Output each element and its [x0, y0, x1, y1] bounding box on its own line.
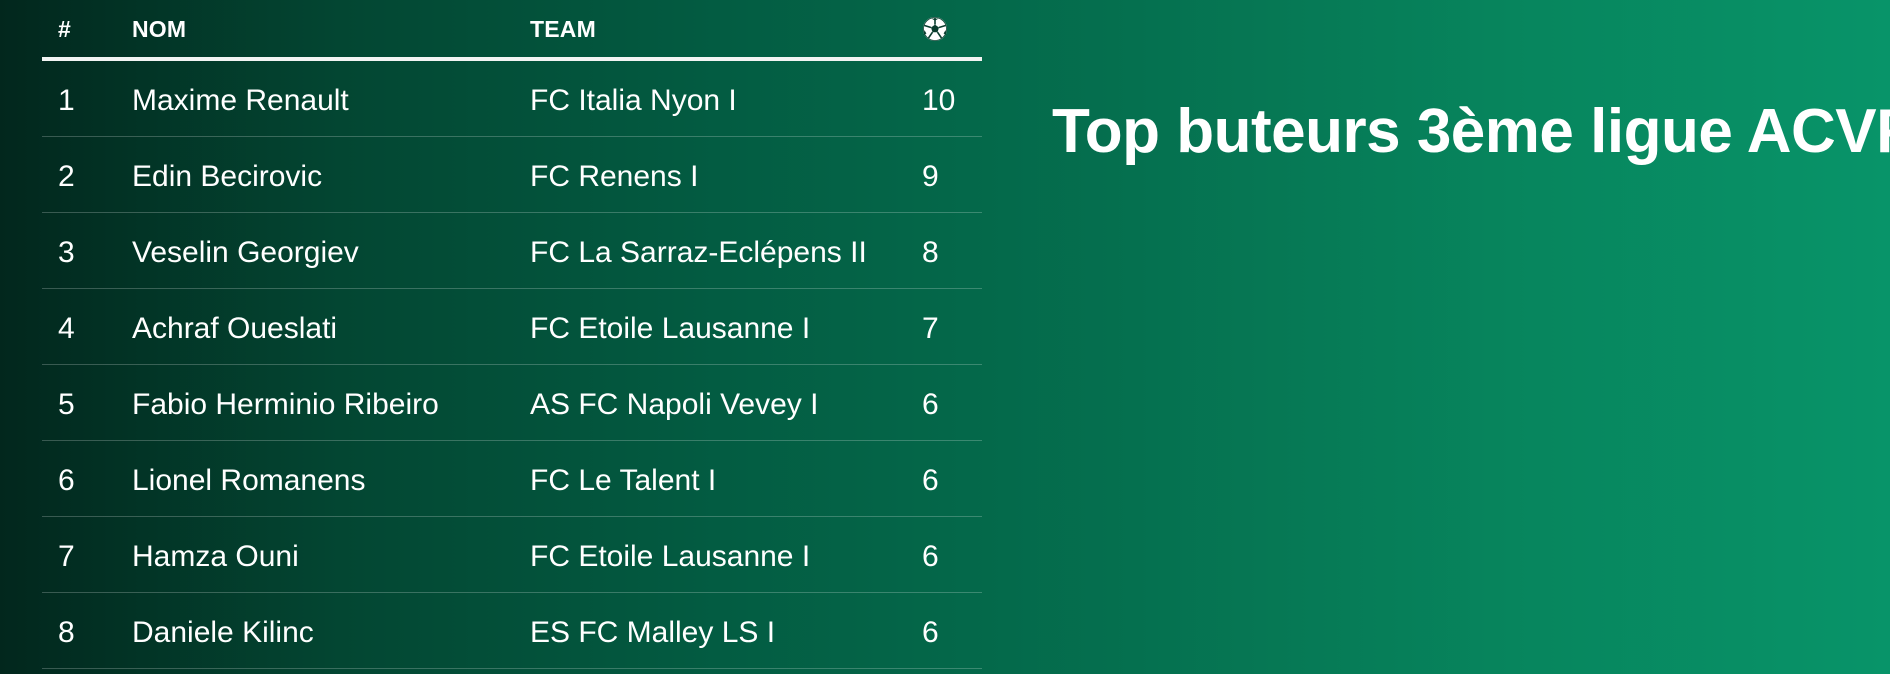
name-cell: Maxime Renault — [132, 84, 349, 117]
team-cell: FC Etoile Lausanne I — [530, 312, 811, 345]
name-cell: Hamza Ouni — [132, 540, 299, 573]
rank-cell: 1 — [58, 84, 75, 117]
table-header: # NOM TEAM — [42, 0, 982, 61]
rank-cell: 4 — [58, 312, 75, 345]
name-cell: Fabio Herminio Ribeiro — [132, 388, 439, 421]
goals-cell: 8 — [922, 236, 939, 269]
goals-cell: 6 — [922, 464, 939, 497]
table-row: 8 Daniele Kilinc ES FC Malley LS I 6 — [42, 593, 982, 669]
team-cell: FC La Sarraz-Eclépens II — [530, 236, 867, 269]
soccer-ball-icon — [923, 17, 947, 41]
rank-cell: 8 — [58, 616, 75, 649]
table-row: 6 Lionel Romanens FC Le Talent I 6 — [42, 441, 982, 517]
goals-cell: 7 — [922, 312, 939, 345]
column-header-rank: # — [58, 16, 71, 42]
goals-cell: 6 — [922, 540, 939, 573]
table-row: 1 Maxime Renault FC Italia Nyon I 10 — [42, 61, 982, 137]
team-cell: ES FC Malley LS I — [530, 616, 776, 649]
rank-cell: 2 — [58, 160, 75, 193]
name-cell: Edin Becirovic — [132, 160, 323, 193]
goals-cell: 10 — [922, 84, 956, 117]
rank-cell: 3 — [58, 236, 75, 269]
rank-cell: 6 — [58, 464, 75, 497]
rank-cell: 5 — [58, 388, 75, 421]
goals-cell: 6 — [922, 388, 939, 421]
team-cell: FC Le Talent I — [530, 464, 717, 497]
team-cell: FC Etoile Lausanne I — [530, 540, 811, 573]
scorers-table: # NOM TEAM 1 Maxime Renault FC Italia Ny… — [42, 0, 982, 669]
scorers-graphic: # NOM TEAM 1 Maxime Renault FC Italia Ny… — [0, 0, 1890, 674]
page-title: Top buteurs 3ème ligue ACVF — [1052, 97, 1890, 166]
table-row: 5 Fabio Herminio Ribeiro AS FC Napoli Ve… — [42, 365, 982, 441]
name-cell: Daniele Kilinc — [132, 616, 314, 649]
column-header-name: NOM — [132, 16, 187, 42]
name-cell: Lionel Romanens — [132, 464, 366, 497]
table-row: 4 Achraf Oueslati FC Etoile Lausanne I 7 — [42, 289, 982, 365]
rank-cell: 7 — [58, 540, 75, 573]
goals-cell: 6 — [922, 616, 939, 649]
table-row: 7 Hamza Ouni FC Etoile Lausanne I 6 — [42, 517, 982, 593]
name-cell: Achraf Oueslati — [132, 312, 338, 345]
table-row: 3 Veselin Georgiev FC La Sarraz-Eclépens… — [42, 213, 982, 289]
goals-cell: 9 — [922, 160, 939, 193]
table-row: 2 Edin Becirovic FC Renens I 9 — [42, 137, 982, 213]
team-cell: FC Italia Nyon I — [530, 84, 737, 117]
team-cell: AS FC Napoli Vevey I — [530, 388, 819, 421]
team-cell: FC Renens I — [530, 160, 699, 193]
name-cell: Veselin Georgiev — [132, 236, 359, 269]
column-header-team: TEAM — [530, 16, 596, 42]
